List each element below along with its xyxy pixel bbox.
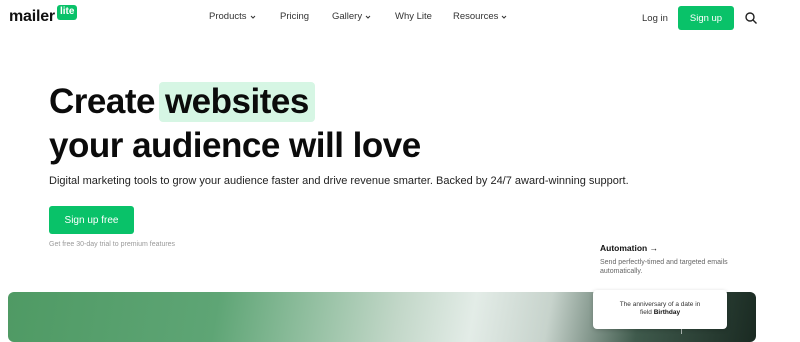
trigger-card-line-2: field Birthday [593,309,727,317]
chevron-down-icon [502,15,507,19]
nav-item-label: Why Lite [395,11,432,22]
hero-subtitle: Digital marketing tools to grow your aud… [49,175,629,187]
hero-title-prefix: Create [49,82,155,121]
signup-button[interactable]: Sign up [678,6,734,30]
hero-title: Create websites your audience will love [49,80,421,168]
nav-item-gallery[interactable]: Gallery [332,11,371,22]
trigger-card-field-name: Birthday [653,309,681,316]
feature-automation-link[interactable]: Automation → [600,243,658,253]
search-icon[interactable] [744,11,758,25]
nav-item-label: Pricing [280,11,310,22]
login-link[interactable]: Log in [642,13,668,24]
trigger-card-field-prefix: field [639,309,652,316]
hero-title-line-2: your audience will love [49,126,421,165]
nav-item-label: Gallery [332,11,363,22]
nav-item-pricing[interactable]: Pricing [280,11,309,22]
hero-title-line-1: Create websites [49,80,421,124]
mailerlite-logo[interactable]: mailer lite [9,5,78,27]
hero-title-highlight: websites [158,82,315,122]
nav-item-label: Products [209,11,247,22]
signup-free-button[interactable]: Sign up free [49,206,134,234]
automation-trigger-card: The anniversary of a date in field Birth… [593,290,727,329]
site-header: mailer lite Products Pricing Gallery Why… [0,0,800,36]
trial-note: Get free 30-day trial to premium feature… [49,241,176,248]
chevron-down-icon [365,15,371,19]
nav-item-why-lite[interactable]: Why Lite [395,11,432,22]
logo-badge: lite [56,5,78,20]
nav-item-label: Resources [453,11,499,22]
trigger-card-line-1: The anniversary of a date in [619,301,701,308]
logo-wordmark: mailer [9,8,55,25]
nav-item-products[interactable]: Products [209,11,256,22]
nav-item-resources[interactable]: Resources [453,11,507,22]
chevron-down-icon [250,15,255,19]
feature-automation-description: Send perfectly-timed and targeted emails… [600,259,728,275]
